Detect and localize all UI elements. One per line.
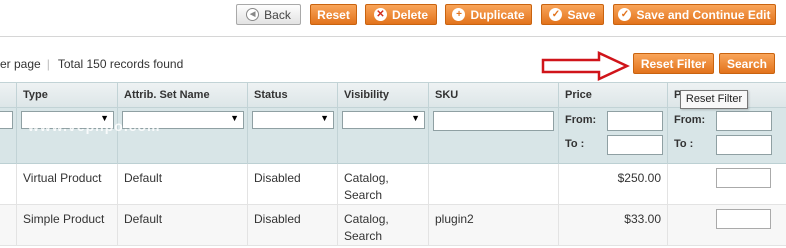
filter-cell-attrib-set: ▼ <box>117 108 247 164</box>
cell-price: $250.00 <box>558 164 667 204</box>
checkmark-icon: ✓ <box>618 8 632 21</box>
cell-status: Disabled <box>247 164 337 204</box>
column-header-sku[interactable]: SKU <box>428 83 558 107</box>
save-and-continue-label: Save and Continue Edit <box>636 7 771 22</box>
cell-attrib-set: Default <box>117 164 247 204</box>
save-button[interactable]: ✓ Save <box>541 4 604 25</box>
cell-visibility-line2: Search <box>344 188 383 202</box>
price-to-input[interactable] <box>607 135 663 155</box>
search-button[interactable]: Search <box>719 53 775 74</box>
table-row[interactable]: Simple Product Default Disabled Catalog,… <box>0 205 786 246</box>
form-toolbar: ◀ Back Reset ✕ Delete + Duplicate ✓ Save… <box>0 0 786 32</box>
column-header-price[interactable]: Price <box>558 83 667 107</box>
per-page-label: er page <box>0 57 41 71</box>
dropdown-caret-icon: ▼ <box>411 113 420 123</box>
position-input[interactable] <box>716 168 771 188</box>
cell-sku: plugin2 <box>428 205 558 245</box>
cell-price: $33.00 <box>558 205 667 245</box>
back-button-label: Back <box>264 7 291 22</box>
watermark-text: www.vepnpo.com <box>28 118 161 134</box>
delete-icon: ✕ <box>373 8 387 21</box>
cell-visibility-line1: Catalog, <box>344 212 389 226</box>
duplicate-button[interactable]: + Duplicate <box>445 4 532 25</box>
filter-input-previous-column[interactable] <box>0 111 13 129</box>
total-records-text: Total 150 records found <box>57 57 184 71</box>
cell-visibility-line2: Search <box>344 229 383 243</box>
column-header-type[interactable]: Type <box>16 83 117 107</box>
cell-status: Disabled <box>247 205 337 245</box>
sku-filter-input[interactable] <box>433 111 554 131</box>
back-button[interactable]: ◀ Back <box>236 4 301 25</box>
column-header-visibility[interactable]: Visibility <box>337 83 428 107</box>
position-from-label: From: <box>674 114 706 126</box>
price-to-label: To : <box>565 138 585 150</box>
cell-visibility: Catalog, Search <box>337 205 428 245</box>
reset-filter-button[interactable]: Reset Filter <box>633 53 714 74</box>
back-arrow-icon: ◀ <box>246 8 260 21</box>
pager: er page | Total 150 records found <box>0 56 183 72</box>
cell-type: Simple Product <box>16 205 117 245</box>
cell-attrib-set: Default <box>117 205 247 245</box>
checkmark-icon: ✓ <box>549 8 563 21</box>
position-input[interactable] <box>716 209 771 229</box>
visibility-filter-select[interactable]: ▼ <box>342 111 425 129</box>
toolbar-divider <box>0 36 786 37</box>
position-from-input[interactable] <box>716 111 772 131</box>
filter-cell-status: ▼ <box>247 108 337 164</box>
grid-header-row: Type Attrib. Set Name Status Visibility … <box>0 82 786 108</box>
reset-button-label: Reset <box>317 7 350 22</box>
red-arrow-annotation <box>541 51 630 81</box>
filter-cell-visibility: ▼ <box>337 108 428 164</box>
filter-cell-price: From: To : <box>558 108 667 164</box>
status-filter-select[interactable]: ▼ <box>252 111 334 129</box>
filter-cell-type: ▼ <box>16 108 117 164</box>
position-to-input[interactable] <box>716 135 772 155</box>
duplicate-button-label: Duplicate <box>470 7 525 22</box>
plus-icon: + <box>452 8 466 21</box>
cell-type: Virtual Product <box>16 164 117 204</box>
reset-button[interactable]: Reset <box>310 4 357 25</box>
cell-visibility-line1: Catalog, <box>344 171 389 185</box>
position-to-label: To : <box>674 138 694 150</box>
price-from-label: From: <box>565 114 597 126</box>
reset-filter-tooltip: Reset Filter <box>680 90 748 109</box>
price-from-input[interactable] <box>607 111 663 131</box>
search-button-label: Search <box>726 56 768 71</box>
save-button-label: Save <box>567 7 596 22</box>
pager-separator: | <box>46 57 50 71</box>
grid-filter-row: ▼ ▼ ▼ ▼ From: To : From: To : <box>0 108 786 164</box>
filter-cell-position: From: To : <box>667 108 786 164</box>
column-header-status[interactable]: Status <box>247 83 337 107</box>
filter-cell-sku <box>428 108 558 164</box>
column-header-attrib-set[interactable]: Attrib. Set Name <box>117 83 247 107</box>
cell-visibility: Catalog, Search <box>337 164 428 204</box>
delete-button-label: Delete <box>391 7 429 22</box>
delete-button[interactable]: ✕ Delete <box>365 4 437 25</box>
cell-sku <box>428 164 558 204</box>
reset-filter-label: Reset Filter <box>640 56 707 71</box>
dropdown-caret-icon: ▼ <box>230 113 239 123</box>
table-row[interactable]: Virtual Product Default Disabled Catalog… <box>0 164 786 205</box>
save-and-continue-button[interactable]: ✓ Save and Continue Edit <box>613 4 776 25</box>
dropdown-caret-icon: ▼ <box>320 113 329 123</box>
